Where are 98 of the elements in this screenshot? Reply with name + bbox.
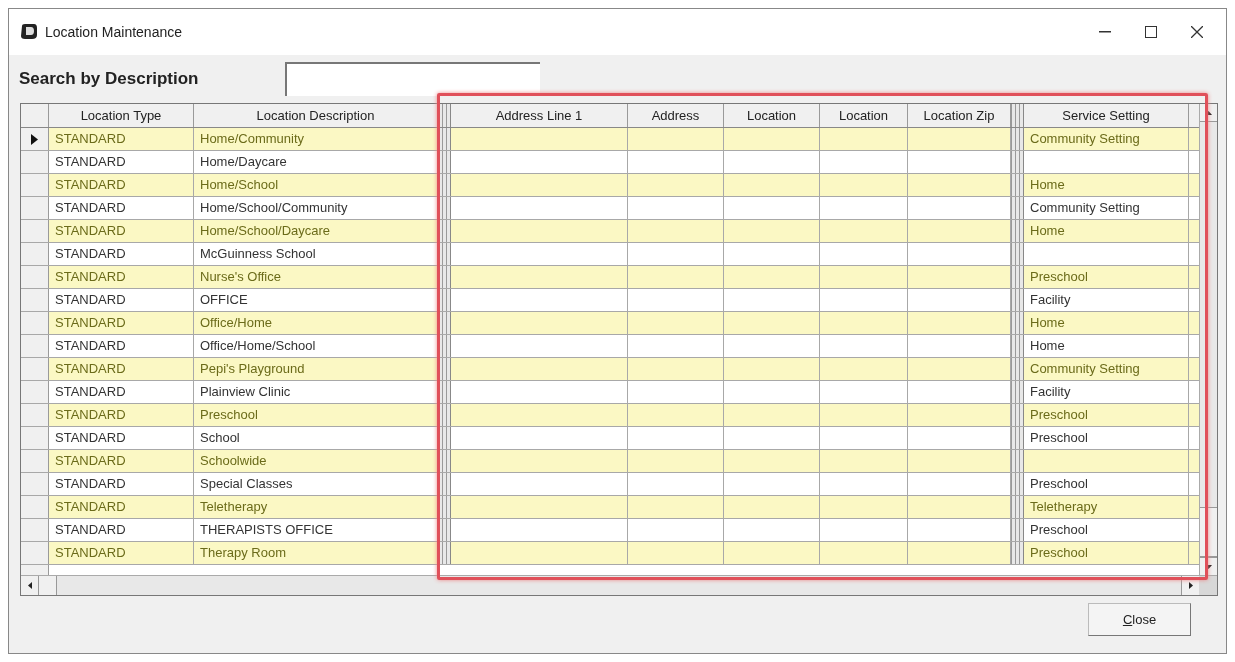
column-splitter[interactable]	[1011, 450, 1024, 472]
table-cell-text: STANDARD	[55, 406, 126, 425]
column-header[interactable]: Location Description	[256, 105, 375, 126]
column-splitter[interactable]	[1011, 496, 1024, 518]
column-splitter[interactable]	[1011, 243, 1024, 265]
column-splitter[interactable]	[1011, 104, 1024, 127]
table-cell-text: STANDARD	[55, 153, 126, 172]
table-cell-text: Teletherapy	[200, 498, 268, 517]
table-cell-text: STANDARD	[55, 360, 126, 379]
scroll-right-icon	[1188, 582, 1193, 589]
table-cell-text: STANDARD	[55, 544, 126, 563]
table-cell-text: STANDARD	[55, 245, 126, 264]
scroll-left-icon	[27, 582, 32, 589]
table-cell-text: Preschool	[1030, 475, 1088, 494]
column-header[interactable]: Location Type	[80, 105, 162, 126]
column-splitter[interactable]	[1011, 381, 1024, 403]
scroll-down-icon	[1205, 564, 1212, 569]
scrollbar-corner	[1199, 576, 1217, 595]
table-cell-text: STANDARD	[55, 176, 126, 195]
column-splitter[interactable]	[1011, 404, 1024, 426]
row-header[interactable]	[21, 128, 49, 150]
column-splitter[interactable]	[1011, 197, 1024, 219]
column-header[interactable]: Location	[746, 105, 797, 126]
table-cell-text: STANDARD	[55, 383, 126, 402]
close-button[interactable]: Close	[1088, 603, 1191, 636]
table-cell-text: THERAPISTS OFFICE	[200, 521, 333, 540]
table-cell-text: STANDARD	[55, 521, 126, 540]
table-cell-text: Community Setting	[1030, 130, 1140, 149]
column-splitter[interactable]	[1011, 542, 1024, 564]
table-cell-text: Teletherapy	[1030, 498, 1098, 517]
column-splitter[interactable]	[1011, 151, 1024, 173]
minimize-icon	[1099, 31, 1111, 33]
table-cell-text: McGuinness School	[200, 245, 316, 264]
table-cell-text: STANDARD	[55, 498, 126, 517]
table-cell-text: Home	[1030, 314, 1065, 333]
table-cell-text: Preschool	[1030, 521, 1088, 540]
table-cell-text: Plainview Clinic	[200, 383, 291, 402]
column-header[interactable]: Location	[838, 105, 889, 126]
table-cell-text: Home/School/Daycare	[200, 222, 331, 241]
table-cell-text: STANDARD	[55, 291, 126, 310]
search-field[interactable]	[285, 62, 540, 96]
table-cell-text: Community Setting	[1030, 360, 1140, 379]
table-cell-text: Home/School	[200, 176, 279, 195]
table-cell-text: STANDARD	[55, 130, 126, 149]
table-cell-text: OFFICE	[200, 291, 248, 310]
column-splitter[interactable]	[1011, 266, 1024, 288]
table-cell-text: Preschool	[1030, 268, 1088, 287]
table-cell-text: Home/Community	[200, 130, 305, 149]
column-splitter[interactable]	[1011, 220, 1024, 242]
close-icon	[1191, 26, 1203, 38]
table-cell-text: Schoolwide	[200, 452, 267, 471]
scroll-up-icon	[1205, 110, 1212, 115]
table-cell-text: STANDARD	[55, 199, 126, 218]
column-splitter[interactable]	[1011, 473, 1024, 495]
table-cell-text: Home	[1030, 337, 1065, 356]
table-cell-text: Facility	[1030, 383, 1071, 402]
current-row-icon	[31, 133, 38, 145]
column-splitter[interactable]	[1011, 174, 1024, 196]
search-label: Search by Description	[19, 68, 200, 91]
table-cell-text: Home/Daycare	[200, 153, 287, 172]
column-splitter[interactable]	[1011, 519, 1024, 541]
table-cell-text: Nurse's Office	[200, 268, 281, 287]
column-splitter[interactable]	[1011, 358, 1024, 380]
table-cell-text: Preschool	[1030, 544, 1088, 563]
table-cell-text: Office/Home	[200, 314, 272, 333]
app-icon	[19, 22, 39, 42]
table-cell-text: STANDARD	[55, 429, 126, 448]
table-cell-text: Home/School/Community	[200, 199, 348, 218]
column-splitter[interactable]	[1011, 335, 1024, 357]
column-header[interactable]: Location Zip	[923, 105, 995, 126]
table-cell-text: STANDARD	[55, 452, 126, 471]
maximize-icon	[1145, 26, 1157, 38]
table-cell-text: Preschool	[1030, 406, 1088, 425]
column-splitter[interactable]	[1011, 289, 1024, 311]
column-splitter[interactable]	[1011, 312, 1024, 334]
column-splitter[interactable]	[1011, 427, 1024, 449]
column-header[interactable]: Address Line 1	[495, 105, 583, 126]
table-cell-text: STANDARD	[55, 222, 126, 241]
table-cell-text: Pepi's Playground	[200, 360, 305, 379]
table-cell-text: Preschool	[200, 406, 258, 425]
column-header[interactable]: Service Setting	[1062, 105, 1150, 126]
table-cell-text: STANDARD	[55, 475, 126, 494]
table-cell-text: Facility	[1030, 291, 1071, 310]
table-cell-text: Preschool	[1030, 429, 1088, 448]
table-cell-text: Community Setting	[1030, 199, 1140, 218]
scroll-thumb[interactable]	[39, 576, 57, 595]
table-cell-text: Therapy Room	[200, 544, 286, 563]
window-title: Location Maintenance	[45, 22, 182, 42]
table-cell-text: School	[200, 429, 240, 448]
table-cell-text: Office/Home/School	[200, 337, 316, 356]
column-splitter[interactable]	[1011, 128, 1024, 150]
table-cell-text: Home	[1030, 222, 1065, 241]
table-cell-text: STANDARD	[55, 337, 126, 356]
table-cell-text: Special Classes	[200, 475, 293, 494]
column-header[interactable]: Address	[651, 105, 700, 126]
table-cell-text: Home	[1030, 176, 1065, 195]
table-cell-text: STANDARD	[55, 268, 126, 287]
table-cell-text: STANDARD	[55, 314, 126, 333]
